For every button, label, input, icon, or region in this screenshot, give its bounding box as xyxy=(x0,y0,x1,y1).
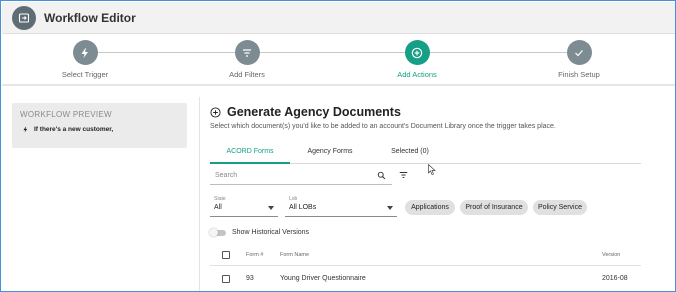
step-label: Finish Setup xyxy=(558,70,600,79)
filter-icon xyxy=(234,40,260,65)
table-row[interactable]: 93 Young Driver Questionnaire 2016-08 xyxy=(210,268,641,290)
page-title: Generate Agency Documents xyxy=(227,105,401,119)
app-title: Workflow Editor xyxy=(44,10,136,25)
step-label: Select Trigger xyxy=(61,70,109,79)
state-select-label: State xyxy=(214,196,226,202)
toggle-knob xyxy=(209,227,218,237)
select-all-checkbox[interactable] xyxy=(222,251,230,259)
plus-circle-icon xyxy=(210,106,221,118)
table-header: Form # Form Name Version xyxy=(210,246,641,266)
column-header-form-number: Form # xyxy=(246,252,264,258)
page-description: Select which document(s) you'd like to b… xyxy=(210,123,556,130)
preview-trigger-text: If there's a new customer, xyxy=(34,126,114,133)
chip-applications[interactable]: Applications xyxy=(405,200,455,215)
preview-title: WORKFLOW PREVIEW xyxy=(20,110,112,119)
historical-versions-toggle-row: Show Historical Versions xyxy=(209,227,310,237)
lob-select-label: Lob xyxy=(289,196,298,202)
lightning-bolt-icon xyxy=(72,40,98,65)
plus-circle-icon xyxy=(404,40,430,65)
version-cell: 2016-08 xyxy=(602,275,628,282)
form-name-cell: Young Driver Questionnaire xyxy=(280,275,366,282)
lob-select-value: All LOBs xyxy=(289,204,317,211)
search-icon[interactable] xyxy=(377,171,386,180)
step-select-trigger[interactable]: Select Trigger xyxy=(35,40,135,79)
main-content: Generate Agency Documents Select which d… xyxy=(210,105,665,130)
chevron-down-icon xyxy=(268,206,274,210)
exit-to-app-icon[interactable] xyxy=(12,5,36,30)
mouse-cursor-icon xyxy=(428,164,436,175)
tab-acord-forms[interactable]: ACORD Forms xyxy=(210,148,290,155)
row-checkbox[interactable] xyxy=(222,275,230,283)
state-select[interactable]: State All xyxy=(210,195,278,217)
stepper-connector xyxy=(86,52,587,53)
lightning-bolt-icon xyxy=(23,126,28,133)
document-tabs: ACORD Forms Agency Forms Selected (0) xyxy=(210,145,641,164)
app-window: Workflow Editor Select Trigger Add Filte… xyxy=(0,0,676,292)
panel-divider xyxy=(199,97,200,291)
check-icon xyxy=(566,40,592,65)
state-select-value: All xyxy=(214,204,222,211)
step-label: Add Filters xyxy=(229,70,265,79)
column-header-version: Version xyxy=(602,252,621,258)
column-header-form-name: Form Name xyxy=(280,252,310,258)
step-add-actions[interactable]: Add Actions xyxy=(367,40,467,79)
tab-selected[interactable]: Selected (0) xyxy=(370,148,450,155)
historical-versions-toggle[interactable] xyxy=(209,227,226,237)
section-header: Generate Agency Documents xyxy=(210,105,665,119)
workflow-stepper: Select Trigger Add Filters Add Actions F… xyxy=(2,34,675,86)
chip-policy-service[interactable]: Policy Service xyxy=(533,200,587,215)
preview-trigger: If there's a new customer, xyxy=(22,125,113,134)
search-input[interactable]: Search xyxy=(210,168,392,185)
toggle-label: Show Historical Versions xyxy=(232,229,310,236)
lob-select[interactable]: Lob All LOBs xyxy=(285,195,397,217)
workflow-preview-panel: WORKFLOW PREVIEW If there's a new custom… xyxy=(12,103,187,148)
chip-proof-of-insurance[interactable]: Proof of Insurance xyxy=(460,200,528,215)
app-header: Workflow Editor xyxy=(2,2,675,34)
tab-agency-forms[interactable]: Agency Forms xyxy=(290,148,370,155)
step-label: Add Actions xyxy=(397,70,437,79)
search-placeholder: Search xyxy=(215,172,238,179)
step-finish-setup[interactable]: Finish Setup xyxy=(529,40,629,79)
form-number-cell: 93 xyxy=(246,275,254,282)
filter-list-icon[interactable] xyxy=(398,170,409,180)
step-add-filters[interactable]: Add Filters xyxy=(197,40,297,79)
chevron-down-icon xyxy=(387,206,393,210)
active-tab-indicator xyxy=(210,162,290,164)
